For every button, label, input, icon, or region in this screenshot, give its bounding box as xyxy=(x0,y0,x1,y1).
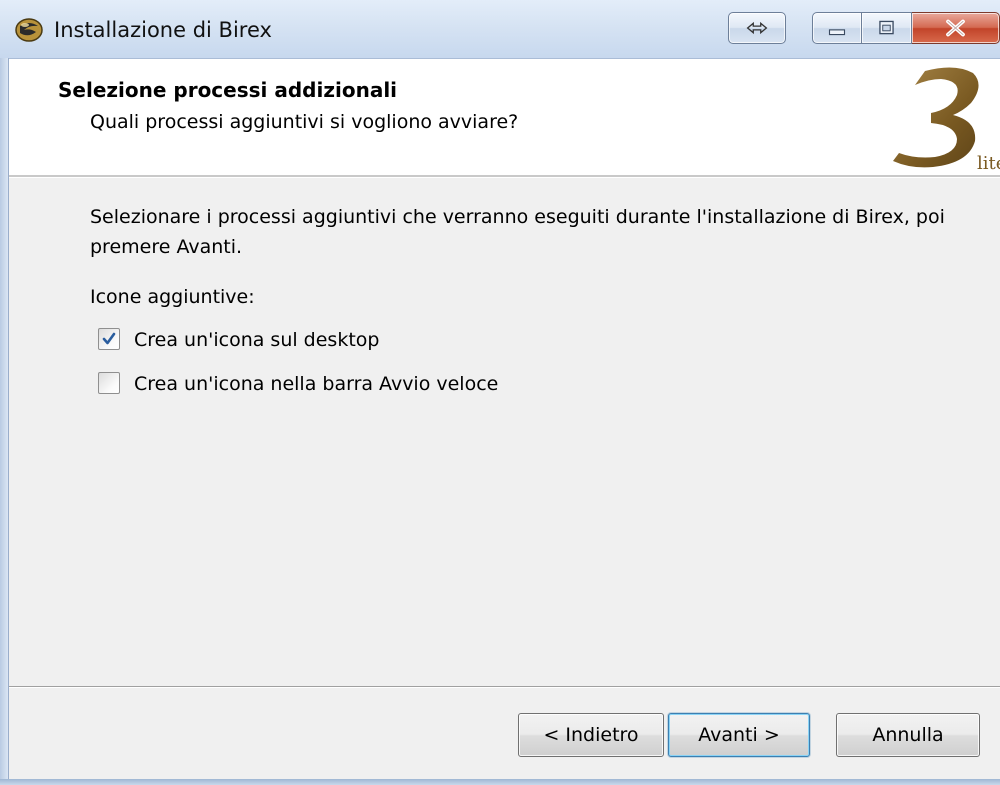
logo-subtext: lite xyxy=(977,153,1000,171)
quicklaunch-icon-checkbox[interactable] xyxy=(98,372,120,394)
cancel-button[interactable]: Annulla xyxy=(836,713,980,757)
window-left-border xyxy=(0,58,9,785)
desktop-icon-label[interactable]: Crea un'icona sul desktop xyxy=(134,326,379,354)
additional-icons-label: Icone aggiuntive: xyxy=(90,286,255,308)
content-panel: Selezionare i processi aggiuntivi che ve… xyxy=(0,178,1000,686)
close-button[interactable] xyxy=(912,12,1000,44)
page-header: Selezione processi addizionali Quali pro… xyxy=(0,59,1000,175)
minimize-button[interactable] xyxy=(812,12,862,44)
installer-window: Installazione di Birex Selezione process… xyxy=(0,0,1000,785)
resize-button[interactable] xyxy=(728,12,786,44)
maximize-icon xyxy=(879,20,894,35)
instructions-text: Selezionare i processi aggiuntivi che ve… xyxy=(90,206,945,258)
minimize-icon xyxy=(828,29,846,36)
page-title: Selezione processi addizionali xyxy=(58,78,398,102)
next-button[interactable]: Avanti > xyxy=(668,713,810,757)
desktop-icon-checkbox[interactable] xyxy=(98,328,120,350)
button-bar: < Indietro Avanti > Annulla xyxy=(0,688,1000,785)
back-button[interactable]: < Indietro xyxy=(518,713,664,757)
app-icon xyxy=(15,18,43,42)
checkmark-icon xyxy=(102,332,116,345)
close-icon xyxy=(946,19,965,37)
window-title: Installazione di Birex xyxy=(54,18,272,42)
page-subtitle: Quali processi aggiuntivi si vogliono av… xyxy=(90,111,519,133)
resize-icon xyxy=(746,21,768,35)
maximize-button[interactable] xyxy=(862,12,912,44)
window-bottom-border xyxy=(0,779,1000,785)
birex-logo: lite xyxy=(893,67,1000,171)
quicklaunch-icon-label[interactable]: Crea un'icona nella barra Avvio veloce xyxy=(134,370,498,398)
title-bar[interactable]: Installazione di Birex xyxy=(0,0,1000,59)
